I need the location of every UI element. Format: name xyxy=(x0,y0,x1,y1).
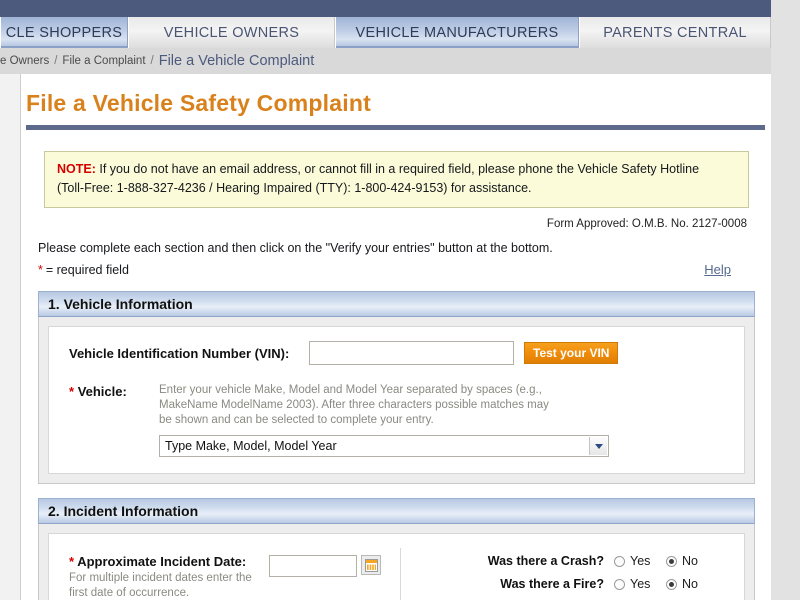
vehicle-select[interactable]: Type Make, Model, Model Year xyxy=(159,435,609,457)
radio-icon-selected xyxy=(666,578,677,590)
required-star: * xyxy=(69,384,75,399)
incident-date-sub-text: For multiple incident dates enter the fi… xyxy=(69,572,252,599)
incident-date-field-wrap xyxy=(269,554,381,600)
section-vehicle-information: 1. Vehicle Information Vehicle Identific… xyxy=(38,291,755,484)
vin-row: Vehicle Identification Number (VIN): Tes… xyxy=(61,341,732,365)
vehicle-field-wrap: Enter your vehicle Make, Model and Model… xyxy=(155,383,732,457)
breadcrumb-item-file-a-complaint[interactable]: File a Complaint xyxy=(62,55,145,67)
incident-date-input[interactable] xyxy=(269,555,357,577)
tab-vehicle-manufacturers[interactable]: VEHICLE MANUFACTURERS xyxy=(335,17,579,48)
vehicle-label: Vehicle: xyxy=(77,384,127,399)
section-incident-information: 2. Incident Information * Approximate In… xyxy=(38,498,755,600)
form-instructions: Please complete each section and then cl… xyxy=(38,241,553,255)
breadcrumb-item-vehicle-owners[interactable]: e Owners xyxy=(0,55,49,67)
vin-input[interactable] xyxy=(309,341,514,365)
required-field-legend: = required field xyxy=(45,263,129,277)
page-body: CLE SHOPPERS VEHICLE OWNERS VEHICLE MANU… xyxy=(0,0,771,600)
tab-vehicle-owners[interactable]: VEHICLE OWNERS xyxy=(128,17,335,48)
section-2-body: * Approximate Incident Date: For multipl… xyxy=(38,524,755,600)
tab-label: PARENTS CENTRAL xyxy=(603,24,747,41)
breadcrumb-separator: / xyxy=(150,55,154,67)
main-content: File a Vehicle Safety Complaint NOTE: If… xyxy=(22,74,771,600)
top-navy-band xyxy=(0,0,771,17)
note-line-2: (Toll-Free: 1-888-327-4236 / Hearing Imp… xyxy=(57,181,532,195)
page-title: File a Vehicle Safety Complaint xyxy=(26,90,371,116)
required-field-legend-row: * = required field Help xyxy=(38,262,771,277)
note-line-1: If you do not have an email address, or … xyxy=(99,162,700,176)
note-callout: NOTE: If you do not have an email addres… xyxy=(44,151,749,208)
form-approved-text: Form Approved: O.M.B. No. 2127-0008 xyxy=(546,218,747,230)
section-2-header: 2. Incident Information xyxy=(38,498,755,524)
question-label: Was there a Crash? xyxy=(487,554,604,568)
required-star: * xyxy=(38,263,43,277)
vehicle-select-value: Type Make, Model, Model Year xyxy=(165,439,337,453)
browser-viewport: CLE SHOPPERS VEHICLE OWNERS VEHICLE MANU… xyxy=(0,0,800,600)
section-1-header: 1. Vehicle Information xyxy=(38,291,755,317)
radio-label: No xyxy=(682,577,698,591)
vehicle-row: * Vehicle: Enter your vehicle Make, Mode… xyxy=(61,383,732,457)
radio-fire-no[interactable]: No xyxy=(666,577,718,591)
vin-label: Vehicle Identification Number (VIN): xyxy=(69,345,290,361)
question-label: Was there a Fire? xyxy=(500,577,604,591)
required-star: * xyxy=(69,554,75,569)
tab-vehicle-shoppers[interactable]: CLE SHOPPERS xyxy=(0,17,128,48)
left-gutter xyxy=(0,74,21,600)
title-divider xyxy=(26,125,765,130)
tab-parents-central[interactable]: PARENTS CENTRAL xyxy=(579,17,771,48)
radio-icon xyxy=(614,555,625,567)
section-2-inner-panel: * Approximate Incident Date: For multipl… xyxy=(48,533,745,600)
right-gutter xyxy=(771,0,800,600)
section-1-body: Vehicle Identification Number (VIN): Tes… xyxy=(38,317,755,484)
primary-nav-tabs: CLE SHOPPERS VEHICLE OWNERS VEHICLE MANU… xyxy=(0,17,771,48)
test-your-vin-button[interactable]: Test your VIN xyxy=(524,342,619,364)
breadcrumb: e Owners / File a Complaint / File a Veh… xyxy=(0,48,771,74)
incident-date-title: * Approximate Incident Date: xyxy=(69,554,269,569)
breadcrumb-current-page: File a Vehicle Complaint xyxy=(158,53,315,69)
radio-fire-yes[interactable]: Yes xyxy=(614,577,666,591)
tab-label: VEHICLE MANUFACTURERS xyxy=(355,24,559,41)
incident-questions-block: Was there a Crash? Yes No Was there a Fi… xyxy=(401,548,732,600)
note-label: NOTE: xyxy=(57,162,96,176)
breadcrumb-separator: / xyxy=(54,55,58,67)
radio-icon-selected xyxy=(666,555,677,567)
radio-label: Yes xyxy=(630,554,651,568)
incident-grid: * Approximate Incident Date: For multipl… xyxy=(61,548,732,600)
radio-label: No xyxy=(682,554,698,568)
chevron-down-icon[interactable] xyxy=(589,437,607,455)
radio-crash-yes[interactable]: Yes xyxy=(614,554,666,568)
vehicle-hint-text: Enter your vehicle Make, Model and Model… xyxy=(159,384,549,426)
calendar-icon[interactable] xyxy=(361,555,381,575)
radio-crash-no[interactable]: No xyxy=(666,554,718,568)
question-row-fire: Was there a Fire? Yes No xyxy=(401,577,718,591)
radio-label: Yes xyxy=(630,577,651,591)
incident-date-label: Approximate Incident Date: xyxy=(77,554,247,569)
question-row-crash: Was there a Crash? Yes No xyxy=(401,554,718,568)
tab-label: VEHICLE OWNERS xyxy=(163,24,300,41)
radio-icon xyxy=(614,578,625,590)
incident-date-block: * Approximate Incident Date: For multipl… xyxy=(61,548,401,600)
vehicle-label-wrap: * Vehicle: xyxy=(69,383,155,457)
section-1-inner-panel: Vehicle Identification Number (VIN): Tes… xyxy=(48,326,745,474)
help-link[interactable]: Help xyxy=(704,262,731,277)
incident-date-label-wrap: * Approximate Incident Date: For multipl… xyxy=(69,554,269,600)
tab-label: CLE SHOPPERS xyxy=(5,24,123,41)
